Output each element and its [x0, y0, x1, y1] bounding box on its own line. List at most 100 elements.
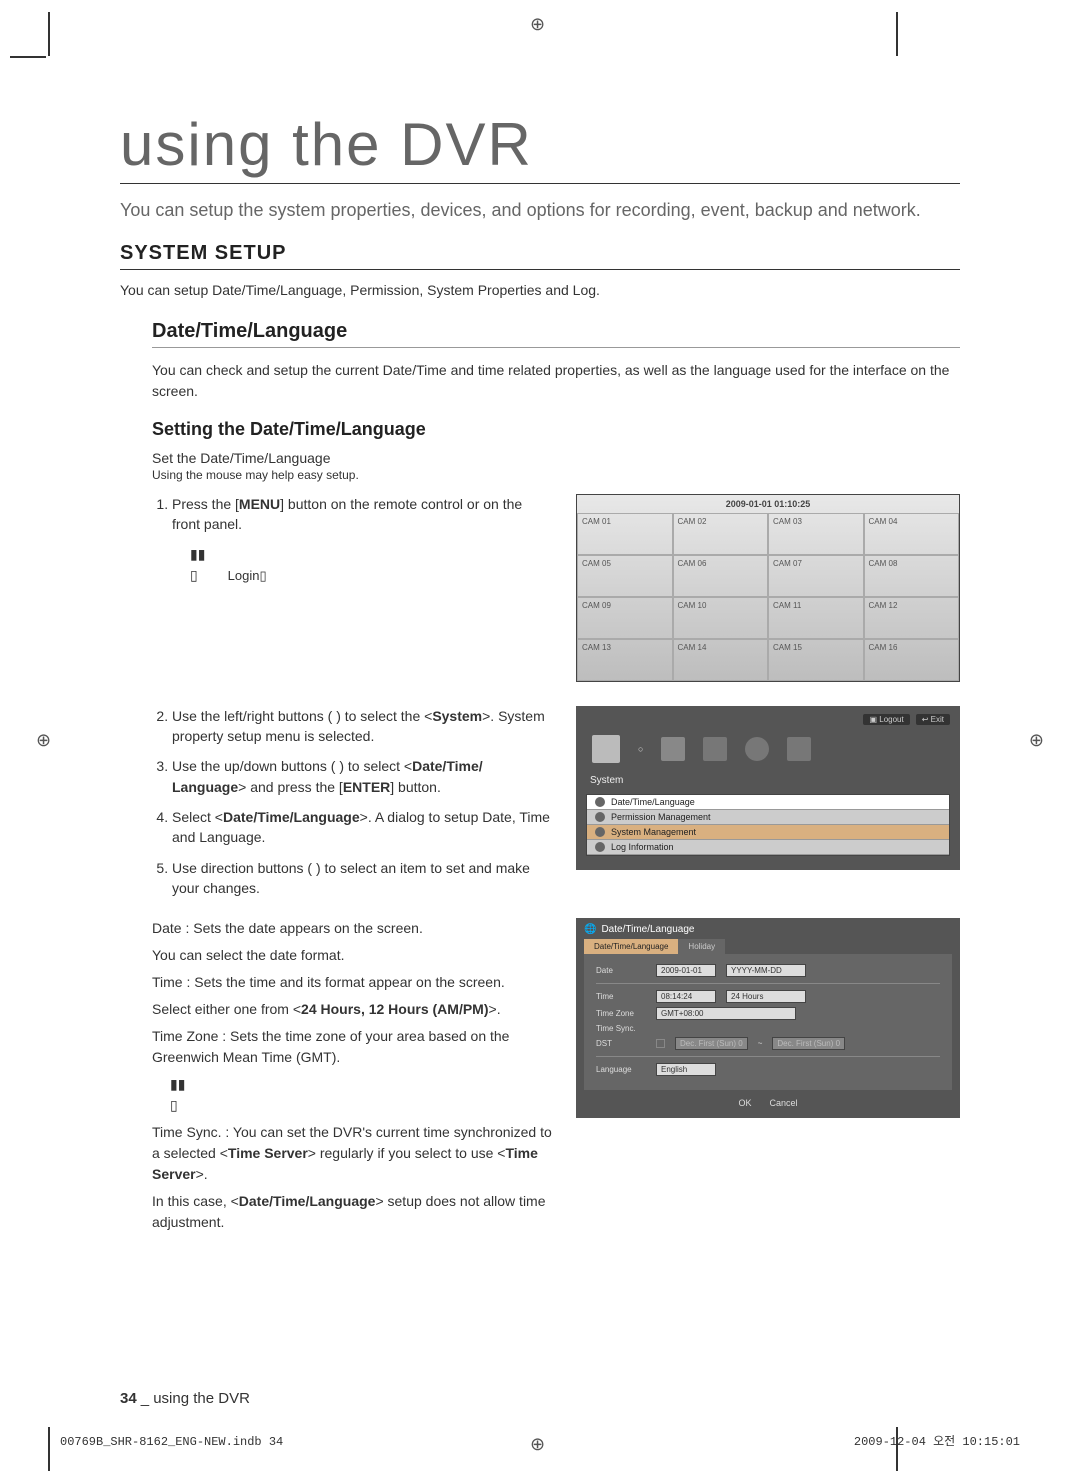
- sub-heading: Date/Time/Language: [152, 320, 960, 348]
- label: Logout: [879, 715, 903, 724]
- language-field[interactable]: English: [656, 1063, 716, 1076]
- intro-text: You can setup the system properties, dev…: [120, 198, 960, 222]
- cam-cell: CAM 04: [864, 513, 960, 555]
- tz-expl: Time Zone : Sets the time zone of your a…: [152, 1028, 509, 1065]
- event-tab-icon[interactable]: [745, 737, 769, 761]
- step-text: Press the [: [172, 496, 239, 512]
- crop-mark: [48, 1427, 50, 1471]
- log-icon: [595, 842, 605, 852]
- crop-mark: [896, 12, 898, 56]
- step-bold: Date/Time/Language: [223, 809, 360, 825]
- time-format-field[interactable]: 24 Hours: [726, 990, 806, 1003]
- step-5: Use direction buttons ( ) to select an i…: [172, 858, 552, 899]
- step-1: Press the [MENU] button on the remote co…: [172, 494, 552, 586]
- date-time-language-dialog: 🌐 Date/Time/Language Date/Time/Language H…: [576, 918, 960, 1118]
- exit-button[interactable]: ↩ Exit: [916, 714, 950, 725]
- record-tab-icon[interactable]: [703, 737, 727, 761]
- step-text: > and press the [: [238, 779, 343, 795]
- crop-mark: [48, 12, 50, 56]
- date-fmt-expl: You can select the date format.: [152, 947, 345, 963]
- menu-item-system-management[interactable]: System Management: [587, 825, 949, 840]
- step-bold: ENTER: [343, 779, 390, 795]
- bold-text: 24 Hours, 12 Hours (AM/PM): [301, 1001, 488, 1017]
- globe-icon: [595, 797, 605, 807]
- dst-to-field[interactable]: Dec. First (Sun) 0: [772, 1037, 845, 1050]
- print-mark-timestamp: 2009-12-04 오전 10:15:01: [854, 1432, 1020, 1449]
- step-text: Use the up/down buttons ( ) to select <: [172, 758, 412, 774]
- timesync-label: Time Sync.: [596, 1024, 646, 1033]
- bold-text: Time Server: [228, 1145, 308, 1161]
- step-2: Use the left/right buttons ( ) to select…: [172, 706, 552, 747]
- text: > regularly if you select to use <: [308, 1145, 506, 1161]
- cam-cell: CAM 15: [768, 639, 864, 681]
- bullet-icon: ▮▮: [170, 1074, 186, 1095]
- date-expl: Date : Sets the date appears on the scre…: [152, 920, 423, 936]
- cam-cell: CAM 07: [768, 555, 864, 597]
- trailing-marker: ▯: [259, 568, 266, 583]
- dst-from-field[interactable]: Dec. First (Sun) 0: [675, 1037, 748, 1050]
- cam-cell: CAM 01: [577, 513, 673, 555]
- ok-button[interactable]: OK: [738, 1098, 751, 1108]
- date-format-field[interactable]: YYYY-MM-DD: [726, 964, 806, 977]
- step-4: Select <Date/Time/Language>. A dialog to…: [172, 807, 552, 848]
- tab-holiday[interactable]: Holiday: [678, 939, 725, 954]
- registration-mark-icon: ⊕: [36, 730, 51, 751]
- print-mark-filename: 00769B_SHR-8162_ENG-NEW.indb 34: [60, 1435, 283, 1449]
- menu-item-log[interactable]: Log Information: [587, 840, 949, 855]
- return-icon: ↩: [922, 715, 929, 724]
- language-label: Language: [596, 1065, 646, 1074]
- text: >.: [489, 1001, 501, 1017]
- step-text: ] button.: [390, 779, 441, 795]
- time-field[interactable]: 08:14:24: [656, 990, 716, 1003]
- timezone-field[interactable]: GMT+08:00: [656, 1007, 796, 1020]
- page-footer: 34_ using the DVR: [120, 1390, 250, 1407]
- step-text: Use the left/right buttons ( ) to select…: [172, 708, 432, 724]
- camera-grid-screenshot: 2009-01-01 01:10:25 CAM 01 CAM 02 CAM 03…: [576, 494, 960, 682]
- cam-cell: CAM 08: [864, 555, 960, 597]
- step-bold: System: [432, 708, 482, 724]
- footer-text: _ using the DVR: [141, 1390, 250, 1407]
- system-tab-icon[interactable]: [592, 735, 620, 763]
- bullet-icon: ▮▮: [190, 544, 206, 564]
- date-label: Date: [596, 966, 646, 975]
- menu-item-permission[interactable]: Permission Management: [587, 810, 949, 825]
- menu-item-date-time-language[interactable]: Date/Time/Language: [587, 795, 949, 810]
- dot-icon: ○: [638, 744, 643, 754]
- cam-cell: CAM 11: [768, 597, 864, 639]
- mouse-note: Using the mouse may help easy setup.: [152, 468, 960, 482]
- step-intro: Set the Date/Time/Language: [152, 450, 960, 466]
- registration-mark-icon: ⊕: [530, 14, 545, 35]
- cam-cell: CAM 12: [864, 597, 960, 639]
- section-desc: You can setup Date/Time/Language, Permis…: [120, 282, 960, 298]
- tab-date-time-language[interactable]: Date/Time/Language: [584, 939, 678, 954]
- cam-cell: CAM 10: [673, 597, 769, 639]
- cam-cell: CAM 05: [577, 555, 673, 597]
- step-3: Use the up/down buttons ( ) to select <D…: [172, 756, 552, 797]
- dst-checkbox[interactable]: [656, 1039, 665, 1048]
- label: Exit: [931, 715, 944, 724]
- cam-cell: CAM 03: [768, 513, 864, 555]
- label: Log Information: [611, 842, 674, 852]
- label: Date/Time/Language: [611, 797, 695, 807]
- cam-cell: CAM 09: [577, 597, 673, 639]
- gear-icon: [595, 827, 605, 837]
- login-label: Login: [228, 568, 260, 583]
- logout-button[interactable]: ▣ Logout: [863, 714, 909, 725]
- device-tab-icon[interactable]: [661, 737, 685, 761]
- title: Date/Time/Language: [601, 924, 694, 935]
- cancel-button[interactable]: Cancel: [770, 1098, 798, 1108]
- crop-mark: [10, 56, 46, 58]
- text: Select either one from <: [152, 1001, 301, 1017]
- registration-mark-icon: ⊕: [530, 1434, 545, 1455]
- page-number: 34: [120, 1390, 137, 1407]
- cam-cell: CAM 06: [673, 555, 769, 597]
- cam-cell: CAM 14: [673, 639, 769, 681]
- system-menu-screenshot: ▣ Logout ↩ Exit ○ System Date/Time/Langu…: [576, 706, 960, 870]
- date-field[interactable]: 2009-01-01: [656, 964, 716, 977]
- network-tab-icon[interactable]: [787, 737, 811, 761]
- cam-cell: CAM 13: [577, 639, 673, 681]
- text: >.: [196, 1166, 208, 1182]
- step-text: Select <: [172, 809, 223, 825]
- globe-icon: 🌐: [584, 924, 596, 935]
- section-heading: SYSTEM SETUP: [120, 242, 960, 270]
